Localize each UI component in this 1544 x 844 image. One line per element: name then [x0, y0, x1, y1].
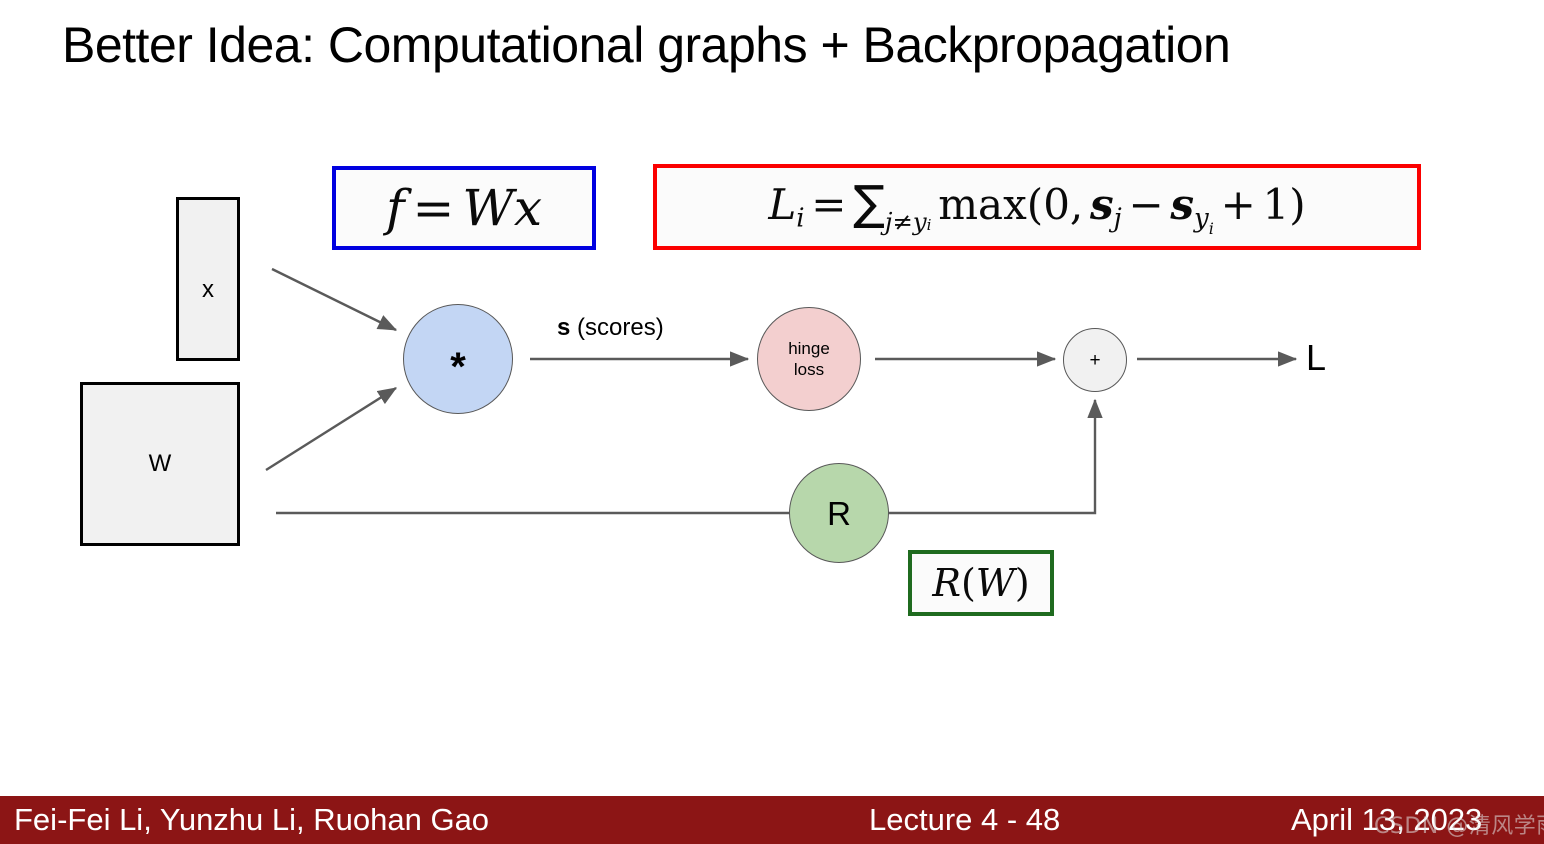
- formula-loss-s-yi: s: [1170, 179, 1195, 229]
- formula-loss-comma: ,: [1069, 179, 1084, 229]
- formula-loss-L: L: [768, 179, 797, 229]
- input-box-x: x: [176, 197, 240, 361]
- formula-score-W: W: [462, 179, 514, 237]
- node-hinge-loss-label-line2: loss: [793, 360, 825, 379]
- edge-label-scores-symbol: s: [557, 314, 571, 341]
- edge-regularization-to-add: [888, 398, 1103, 515]
- input-box-w: W: [80, 382, 240, 546]
- formula-loss-max: max: [938, 179, 1027, 229]
- formula-loss-s-j: s: [1090, 179, 1114, 229]
- formula-loss-s-j-subscript: j: [1113, 203, 1122, 234]
- formula-regularization-open-paren: (: [960, 561, 976, 605]
- formula-loss-sum-index-yi: i: [926, 215, 932, 234]
- node-add-label: +: [1089, 349, 1101, 371]
- formula-regularization-box: R(W): [908, 550, 1054, 616]
- edge-label-scores: s (scores): [557, 314, 664, 342]
- formula-loss-sum-index-y: y: [912, 206, 927, 236]
- formula-loss-expression: Li = ∑j≠yi max(0, sj − syi +1): [768, 176, 1305, 238]
- formula-loss-L-subscript: i: [796, 203, 805, 234]
- formula-regularization-R: R: [932, 561, 961, 605]
- formula-loss-minus: −: [1128, 179, 1164, 229]
- footer-lecture-number: Lecture 4 - 48: [869, 802, 1061, 837]
- formula-loss-sum-notequal: ≠: [892, 206, 913, 236]
- node-regularization-label: R: [827, 494, 851, 532]
- edge-x-to-multiply: [271, 267, 398, 332]
- formula-loss-s-yi-subscript: y: [1194, 203, 1209, 234]
- formula-loss-plus: +: [1220, 179, 1256, 229]
- slide-footer: Fei-Fei Li, Yunzhu Li, Ruohan Gao Lectur…: [0, 796, 1544, 844]
- node-hinge-loss-label-line1: hinge: [788, 339, 830, 358]
- output-label-loss: L: [1306, 337, 1327, 378]
- edge-w-to-multiply: [265, 386, 398, 472]
- footer-authors: Fei-Fei Li, Yunzhu Li, Ruohan Gao: [14, 802, 490, 837]
- formula-regularization-close-paren: ): [1014, 561, 1030, 605]
- formula-loss-equals: =: [811, 179, 847, 229]
- node-regularization: R: [789, 463, 889, 563]
- input-box-w-label: W: [148, 450, 172, 477]
- formula-loss-one: 1: [1262, 179, 1290, 229]
- formula-loss-box: Li = ∑j≠yi max(0, sj − syi +1): [653, 164, 1421, 250]
- csdn-watermark: CSDN @清风学雨: [1374, 814, 1544, 839]
- formula-loss-close-paren: ): [1289, 179, 1306, 229]
- node-multiply: *: [403, 304, 513, 414]
- formula-loss-open-paren: (: [1026, 179, 1044, 229]
- node-multiply-label: *: [450, 345, 466, 389]
- node-hinge-loss: hinge loss: [757, 307, 861, 411]
- formula-loss-summation-symbol: ∑: [853, 175, 885, 231]
- formula-score-expression: f = Wx: [386, 179, 542, 237]
- formula-loss-s-yi-subsubscript: i: [1208, 219, 1214, 239]
- formula-score-x: x: [513, 179, 543, 237]
- formula-regularization-expression: R(W): [932, 561, 1029, 605]
- edge-label-scores-text: (scores): [570, 314, 664, 341]
- formula-loss-zero: 0: [1043, 179, 1070, 229]
- node-add: +: [1063, 328, 1127, 392]
- formula-score-box: f = Wx: [332, 166, 596, 250]
- formula-score-equals: =: [412, 179, 455, 237]
- input-box-x-label: x: [202, 276, 214, 303]
- formula-score-f: f: [385, 179, 405, 237]
- formula-regularization-W: W: [975, 561, 1015, 605]
